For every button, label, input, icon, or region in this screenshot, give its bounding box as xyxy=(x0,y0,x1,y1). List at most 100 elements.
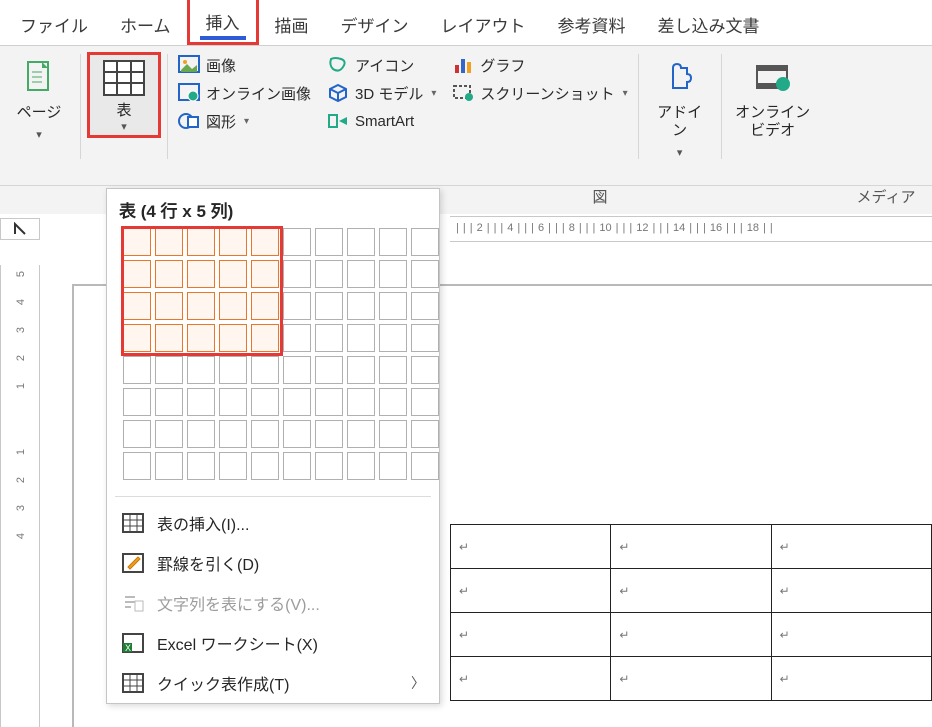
grid-cell[interactable] xyxy=(155,292,183,320)
document-table[interactable]: ↵↵↵↵↵↵↵↵↵↵↵↵ xyxy=(450,524,932,701)
excel-sheet-menu[interactable]: X Excel ワークシート(X) xyxy=(107,623,439,663)
grid-cell[interactable] xyxy=(315,420,343,448)
grid-cell[interactable] xyxy=(283,420,311,448)
grid-cell[interactable] xyxy=(155,260,183,288)
grid-cell[interactable] xyxy=(379,324,407,352)
table-row[interactable]: ↵↵↵ xyxy=(451,569,932,613)
grid-cell[interactable] xyxy=(251,228,279,256)
tab-references[interactable]: 参考資料 xyxy=(542,2,642,45)
grid-cell[interactable] xyxy=(347,388,375,416)
grid-cell[interactable] xyxy=(219,292,247,320)
horizontal-ruler[interactable]: |||2|||4|||6|||8|||10|||12|||14|||16|||1… xyxy=(450,216,932,242)
draw-table-menu[interactable]: 罫線を引く(D) xyxy=(107,543,439,583)
grid-cell[interactable] xyxy=(219,452,247,480)
grid-cell[interactable] xyxy=(187,452,215,480)
grid-cell[interactable] xyxy=(379,292,407,320)
grid-cell[interactable] xyxy=(315,292,343,320)
grid-cell[interactable] xyxy=(155,420,183,448)
tab-draw[interactable]: 描画 xyxy=(259,2,325,45)
grid-cell[interactable] xyxy=(347,228,375,256)
grid-cell[interactable] xyxy=(283,452,311,480)
insert-table-menu[interactable]: 表の挿入(I)... xyxy=(107,503,439,543)
grid-cell[interactable] xyxy=(347,356,375,384)
table-cell[interactable]: ↵ xyxy=(611,525,771,569)
grid-cell[interactable] xyxy=(219,356,247,384)
screenshot-button[interactable]: スクリーンショット ▾ xyxy=(452,82,627,104)
table-cell[interactable]: ↵ xyxy=(611,613,771,657)
grid-cell[interactable] xyxy=(379,420,407,448)
grid-cell[interactable] xyxy=(411,324,439,352)
image-button[interactable]: 画像 xyxy=(178,54,311,76)
table-cell[interactable]: ↵ xyxy=(771,613,931,657)
grid-cell[interactable] xyxy=(123,228,151,256)
grid-cell[interactable] xyxy=(219,388,247,416)
grid-cell[interactable] xyxy=(155,452,183,480)
grid-cell[interactable] xyxy=(411,356,439,384)
table-cell[interactable]: ↵ xyxy=(451,613,611,657)
grid-cell[interactable] xyxy=(411,388,439,416)
grid-cell[interactable] xyxy=(187,292,215,320)
table-cell[interactable]: ↵ xyxy=(611,657,771,701)
grid-cell[interactable] xyxy=(347,452,375,480)
grid-cell[interactable] xyxy=(251,388,279,416)
grid-cell[interactable] xyxy=(315,388,343,416)
grid-cell[interactable] xyxy=(251,452,279,480)
online-image-button[interactable]: オンライン画像 xyxy=(178,82,311,104)
grid-cell[interactable] xyxy=(187,228,215,256)
grid-cell[interactable] xyxy=(379,356,407,384)
table-cell[interactable]: ↵ xyxy=(771,525,931,569)
grid-cell[interactable] xyxy=(411,420,439,448)
grid-cell[interactable] xyxy=(187,260,215,288)
table-cell[interactable]: ↵ xyxy=(771,569,931,613)
grid-cell[interactable] xyxy=(379,388,407,416)
grid-cell[interactable] xyxy=(187,356,215,384)
table-cell[interactable]: ↵ xyxy=(771,657,931,701)
grid-cell[interactable] xyxy=(315,324,343,352)
grid-cell[interactable] xyxy=(251,260,279,288)
smartart-button[interactable]: SmartArt xyxy=(327,110,436,132)
grid-cell[interactable] xyxy=(155,388,183,416)
shapes-button[interactable]: 図形 ▾ xyxy=(178,110,311,132)
pages-button[interactable]: ページ ▾ xyxy=(4,52,74,141)
tab-home[interactable]: ホーム xyxy=(104,2,187,45)
grid-cell[interactable] xyxy=(219,228,247,256)
grid-cell[interactable] xyxy=(155,324,183,352)
grid-cell[interactable] xyxy=(379,228,407,256)
grid-cell[interactable] xyxy=(283,260,311,288)
grid-cell[interactable] xyxy=(123,388,151,416)
3d-models-button[interactable]: 3D モデル ▾ xyxy=(327,82,436,104)
grid-cell[interactable] xyxy=(315,452,343,480)
grid-cell[interactable] xyxy=(379,452,407,480)
grid-cell[interactable] xyxy=(347,324,375,352)
addins-button[interactable]: アドイ ン ▾ xyxy=(645,52,715,159)
grid-cell[interactable] xyxy=(155,356,183,384)
grid-cell[interactable] xyxy=(315,260,343,288)
grid-cell[interactable] xyxy=(411,228,439,256)
grid-cell[interactable] xyxy=(379,260,407,288)
grid-cell[interactable] xyxy=(251,292,279,320)
grid-cell[interactable] xyxy=(411,292,439,320)
grid-cell[interactable] xyxy=(123,452,151,480)
table-size-grid[interactable] xyxy=(123,228,427,480)
grid-cell[interactable] xyxy=(283,292,311,320)
table-cell[interactable]: ↵ xyxy=(451,657,611,701)
grid-cell[interactable] xyxy=(219,420,247,448)
grid-cell[interactable] xyxy=(251,356,279,384)
grid-cell[interactable] xyxy=(283,388,311,416)
grid-cell[interactable] xyxy=(187,388,215,416)
table-button[interactable]: 表 ▾ xyxy=(87,52,161,138)
grid-cell[interactable] xyxy=(219,260,247,288)
grid-cell[interactable] xyxy=(123,356,151,384)
grid-cell[interactable] xyxy=(187,324,215,352)
tab-file[interactable]: ファイル xyxy=(4,2,104,45)
tab-layout[interactable]: レイアウト xyxy=(425,2,542,45)
tab-design[interactable]: デザイン xyxy=(325,2,425,45)
grid-cell[interactable] xyxy=(283,324,311,352)
grid-cell[interactable] xyxy=(347,260,375,288)
tab-mailings[interactable]: 差し込み文書 xyxy=(642,2,776,45)
table-row[interactable]: ↵↵↵ xyxy=(451,657,932,701)
tab-insert[interactable]: 挿入 xyxy=(187,0,259,45)
table-cell[interactable]: ↵ xyxy=(611,569,771,613)
grid-cell[interactable] xyxy=(283,228,311,256)
grid-cell[interactable] xyxy=(315,356,343,384)
